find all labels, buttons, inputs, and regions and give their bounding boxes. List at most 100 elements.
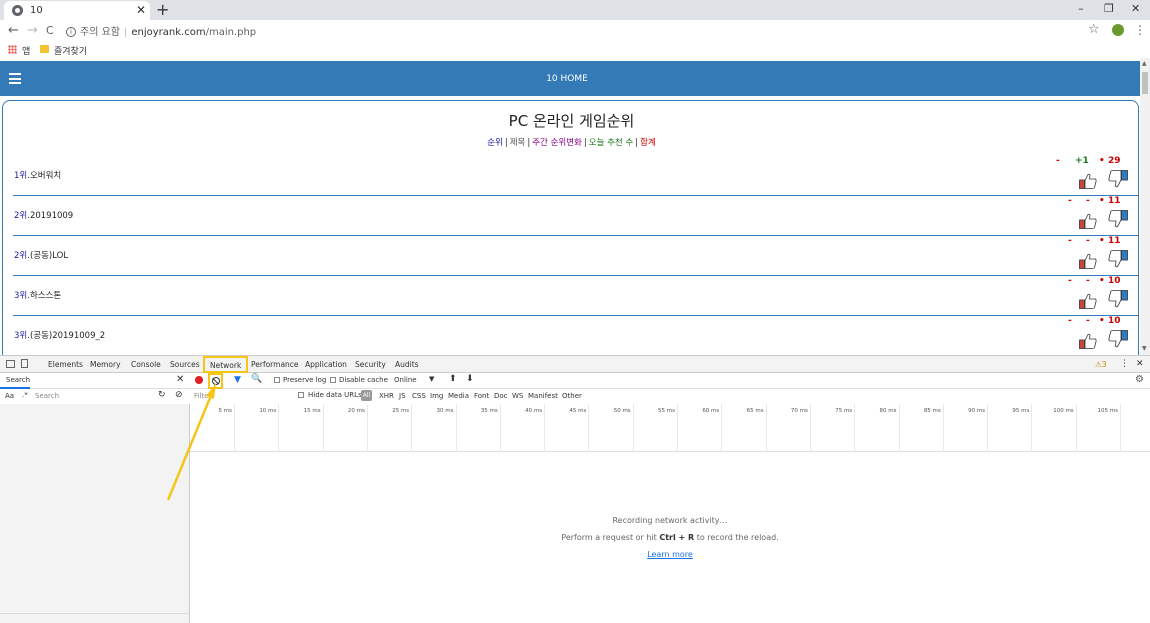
reload-button[interactable]: C [46, 24, 54, 37]
tab-memory[interactable]: Memory [90, 360, 121, 369]
thumbs-down-icon[interactable] [1108, 210, 1128, 228]
gear-icon[interactable]: ⚙ [1135, 374, 1144, 385]
minimize-button[interactable]: – [1078, 2, 1084, 15]
timeline-gridline [677, 404, 678, 452]
tab-network[interactable]: Network [203, 356, 249, 373]
learn-more-link[interactable]: Learn more [190, 550, 1150, 559]
new-tab-button[interactable]: + [156, 0, 169, 19]
clear-button-highlight[interactable] [208, 373, 223, 389]
window-close-button[interactable]: ✕ [1131, 2, 1140, 15]
rank-item[interactable]: 2위.(공동)LOL [14, 249, 68, 261]
filter-all-button[interactable]: All [361, 390, 372, 401]
browser-menu-button[interactable]: ⋮ [1134, 23, 1146, 37]
timeline-gridline [544, 404, 546, 452]
address-bar[interactable]: i 주의 요함 | enjoyrank.com/main.php [66, 23, 256, 39]
scroll-thumb[interactable] [1142, 72, 1148, 94]
vote-minus: - [1068, 276, 1072, 286]
close-search-button[interactable]: ✕ [176, 374, 184, 385]
tab-console[interactable]: Console [131, 360, 161, 369]
device-toolbar-icon[interactable] [21, 359, 28, 368]
filter-doc[interactable]: Doc [494, 392, 508, 400]
thumbs-up-icon[interactable] [1079, 293, 1097, 309]
sort-title-link[interactable]: 제목 [510, 138, 526, 148]
preserve-log-checkbox[interactable] [274, 377, 280, 383]
search-drawer-tab[interactable]: Search [6, 376, 30, 384]
scroll-up-icon[interactable]: ▲ [1142, 60, 1147, 67]
thumbs-down-icon[interactable] [1108, 290, 1128, 308]
scroll-down-icon[interactable]: ▼ [1142, 345, 1147, 352]
filter-font[interactable]: Font [474, 392, 489, 400]
bookmark-star-icon[interactable]: ☆ [1088, 22, 1100, 37]
warning-count-badge[interactable]: ⚠3 [1095, 360, 1107, 369]
sort-total-link[interactable]: 합계 [640, 138, 656, 148]
filter-ws[interactable]: WS [512, 392, 523, 400]
forward-button[interactable]: → [27, 23, 38, 38]
bookmark-apps[interactable]: 앱 [22, 44, 30, 57]
clear-search-icon[interactable]: ⊘ [175, 390, 183, 400]
tab-audits[interactable]: Audits [395, 360, 419, 369]
devtools-menu-button[interactable]: ⋮ [1120, 359, 1129, 369]
rank-item[interactable]: 1위.오버워치 [14, 169, 61, 181]
timeline-tick-label: 60 ms [702, 408, 720, 414]
browser-tab[interactable]: 10 ✕ [4, 1, 150, 20]
tab-security[interactable]: Security [355, 360, 386, 369]
search-icon[interactable]: 🔍 [251, 374, 262, 384]
thumbs-down-icon[interactable] [1108, 250, 1128, 268]
filter-media[interactable]: Media [448, 392, 469, 400]
tab-application[interactable]: Application [305, 360, 347, 369]
import-har-icon[interactable]: ⬆ [449, 374, 457, 384]
rank-item[interactable]: 3위.(공동)20191009_2 [14, 329, 105, 341]
bullet: • [1099, 236, 1105, 246]
tab-close-button[interactable]: ✕ [136, 3, 146, 17]
info-icon[interactable]: i [66, 27, 76, 37]
vote-minus: - [1068, 316, 1072, 326]
tab-strip: 10 ✕ + – ❐ ✕ [0, 0, 1150, 20]
match-case-toggle[interactable]: Aa [5, 392, 14, 400]
filter-js[interactable]: JS [399, 392, 406, 400]
site-home-title[interactable]: 10 HOME [0, 74, 1134, 84]
filter-manifest[interactable]: Manifest [528, 392, 558, 400]
timeline-gridline [854, 404, 856, 452]
filter-img[interactable]: Img [430, 392, 443, 400]
refresh-search-icon[interactable]: ↻ [158, 390, 166, 400]
sort-weekly-change-link[interactable]: 주간 순위변화 [532, 138, 582, 148]
apps-grid-icon[interactable] [8, 45, 17, 54]
thumbs-up-icon[interactable] [1079, 173, 1097, 189]
recording-message: Recording network activity… [612, 516, 728, 525]
thumbs-down-icon[interactable] [1108, 330, 1128, 348]
network-timeline-overview[interactable]: 5 ms 10 ms 15 ms 20 ms 25 ms 30 ms 35 ms 40 ms 4… [190, 404, 1150, 452]
bookmarks-bar: 앱 즐겨찾기 [0, 42, 1150, 58]
restore-button[interactable]: ❐ [1104, 2, 1114, 15]
tab-elements[interactable]: Elements [48, 360, 83, 369]
devtools-close-button[interactable]: ✕ [1136, 359, 1144, 369]
rank-item[interactable]: 2위.20191009 [14, 209, 73, 221]
tab-performance[interactable]: Performance [251, 360, 299, 369]
bullet: • [1099, 196, 1105, 206]
throttling-select[interactable]: Online [394, 376, 417, 384]
regex-toggle[interactable]: .* [22, 391, 28, 399]
record-button[interactable] [195, 376, 203, 384]
thumbs-up-icon[interactable] [1079, 333, 1097, 349]
thumbs-up-icon[interactable] [1079, 213, 1097, 229]
profile-avatar[interactable] [1112, 24, 1124, 36]
back-button[interactable]: ← [8, 23, 19, 38]
hide-data-urls-checkbox[interactable] [298, 392, 304, 398]
tab-sources[interactable]: Sources [170, 360, 200, 369]
page-scrollbar[interactable]: ▲ ▼ [1140, 58, 1150, 355]
thumbs-up-icon[interactable] [1079, 253, 1097, 269]
filter-css[interactable]: CSS [412, 392, 426, 400]
rank-item[interactable]: 3위.하스스톤 [14, 289, 61, 301]
bookmark-favorites[interactable]: 즐겨찾기 [54, 44, 87, 57]
disable-cache-checkbox[interactable] [330, 377, 336, 383]
export-har-icon[interactable]: ⬇ [466, 374, 474, 384]
filter-input[interactable]: Filter [194, 392, 211, 400]
filter-icon[interactable]: ▼ [234, 375, 241, 385]
inspect-element-icon[interactable] [6, 360, 15, 368]
search-input[interactable]: Search [35, 392, 59, 400]
sort-rank-link[interactable]: 순위 [487, 138, 503, 148]
filter-other[interactable]: Other [562, 392, 582, 400]
chevron-down-icon[interactable]: ▼ [429, 375, 434, 383]
thumbs-down-icon[interactable] [1108, 170, 1128, 188]
sort-today-votes-link[interactable]: 오늘 추천 수 [589, 138, 634, 148]
filter-xhr[interactable]: XHR [379, 392, 394, 400]
